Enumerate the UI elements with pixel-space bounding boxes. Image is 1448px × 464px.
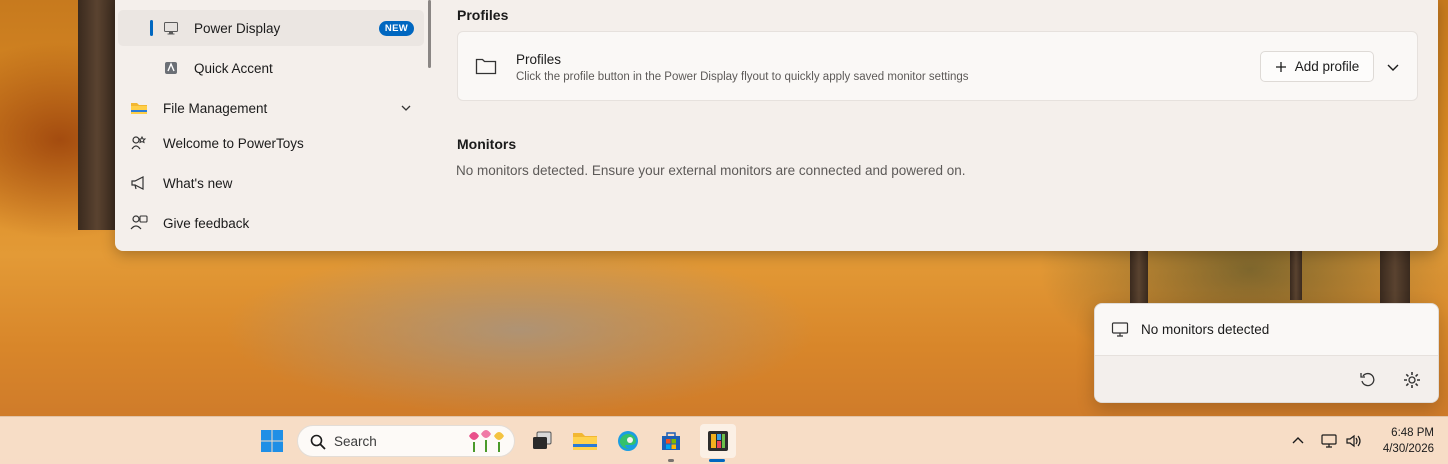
powertoys-icon bbox=[708, 431, 728, 451]
store-icon bbox=[662, 432, 680, 450]
flyout-actions bbox=[1095, 356, 1438, 402]
wallpaper-tree bbox=[78, 0, 116, 230]
profiles-card: Profiles Click the profile button in the… bbox=[457, 31, 1418, 101]
monitors-empty-message: No monitors detected. Ensure your extern… bbox=[456, 163, 966, 178]
profiles-card-title: Profiles bbox=[516, 52, 562, 67]
clock-time: 6:48 PM bbox=[1391, 427, 1434, 439]
microsoft-store-button[interactable] bbox=[657, 427, 685, 455]
search-icon bbox=[310, 434, 326, 450]
network-icon[interactable] bbox=[1320, 432, 1338, 450]
tulips-icon bbox=[469, 430, 504, 452]
sidebar-item-label: Quick Accent bbox=[194, 61, 273, 76]
active-indicator bbox=[709, 459, 725, 462]
clock-date: 4/30/2026 bbox=[1382, 443, 1434, 455]
edge-browser-button[interactable] bbox=[614, 427, 642, 455]
chevron-down-icon[interactable] bbox=[1384, 58, 1402, 76]
taskbar-search[interactable]: Search bbox=[297, 425, 515, 457]
taskbar: Search 6:48 PM 4/30/2026 bbox=[0, 416, 1448, 464]
megaphone-icon bbox=[130, 174, 148, 192]
plus-icon bbox=[1275, 61, 1286, 72]
powertoys-settings-window: Power Display NEW Quick Accent File Mana… bbox=[115, 0, 1438, 251]
add-profile-label: Add profile bbox=[1294, 59, 1360, 74]
sidebar-item-label: What's new bbox=[163, 176, 233, 191]
profiles-card-description: Click the profile button in the Power Di… bbox=[516, 71, 969, 83]
show-hidden-icons-chevron-icon[interactable] bbox=[1291, 434, 1305, 448]
sidebar-scrollbar[interactable] bbox=[428, 0, 431, 68]
power-display-flyout: No monitors detected bbox=[1094, 303, 1439, 403]
volume-icon[interactable] bbox=[1345, 432, 1363, 450]
windows-logo-icon bbox=[261, 430, 283, 452]
system-clock[interactable]: 6:48 PM 4/30/2026 bbox=[1383, 425, 1434, 457]
sidebar-item-label: Give feedback bbox=[163, 216, 250, 231]
file-explorer-icon bbox=[573, 433, 597, 450]
flyout-header: No monitors detected bbox=[1095, 304, 1438, 356]
start-button[interactable] bbox=[258, 427, 286, 455]
search-label: Search bbox=[334, 434, 377, 449]
sidebar-item-label: File Management bbox=[163, 101, 268, 116]
sidebar-item-welcome[interactable]: Welcome to PowerToys bbox=[118, 125, 424, 161]
selection-indicator bbox=[150, 20, 153, 36]
add-profile-button[interactable]: Add profile bbox=[1260, 51, 1374, 82]
new-badge: NEW bbox=[378, 21, 414, 36]
edge-icon bbox=[618, 431, 638, 451]
chevron-down-icon[interactable] bbox=[400, 102, 412, 114]
settings-icon[interactable] bbox=[1402, 370, 1422, 390]
sidebar-item-label: Welcome to PowerToys bbox=[163, 136, 304, 151]
sidebar-item-whats-new[interactable]: What's new bbox=[118, 165, 424, 201]
monitor-icon bbox=[1111, 322, 1129, 337]
welcome-icon bbox=[130, 134, 148, 152]
sidebar-item-give-feedback[interactable]: Give feedback bbox=[118, 205, 424, 241]
sidebar-item-quick-accent[interactable]: Quick Accent bbox=[118, 50, 424, 86]
task-view-icon bbox=[533, 431, 552, 449]
running-indicator bbox=[668, 459, 674, 462]
refresh-icon[interactable] bbox=[1358, 370, 1378, 390]
folder-icon bbox=[130, 99, 148, 117]
monitor-icon bbox=[162, 19, 180, 37]
folder-outline-icon bbox=[475, 58, 497, 75]
sidebar: Power Display NEW Quick Accent File Mana… bbox=[115, 0, 433, 251]
profiles-section-title: Profiles bbox=[457, 7, 509, 23]
file-explorer-button[interactable] bbox=[571, 427, 599, 455]
powertoys-button[interactable] bbox=[700, 424, 736, 458]
feedback-icon bbox=[130, 214, 148, 232]
sidebar-item-power-display[interactable]: Power Display NEW bbox=[118, 10, 424, 46]
flyout-message: No monitors detected bbox=[1141, 322, 1270, 337]
sidebar-item-file-management[interactable]: File Management bbox=[118, 90, 424, 126]
main-content: Profiles Profiles Click the profile butt… bbox=[456, 0, 1418, 251]
task-view-button[interactable] bbox=[528, 427, 556, 455]
sidebar-item-label: Power Display bbox=[194, 21, 281, 36]
quick-accent-icon bbox=[162, 59, 180, 77]
monitors-section-title: Monitors bbox=[457, 136, 517, 152]
